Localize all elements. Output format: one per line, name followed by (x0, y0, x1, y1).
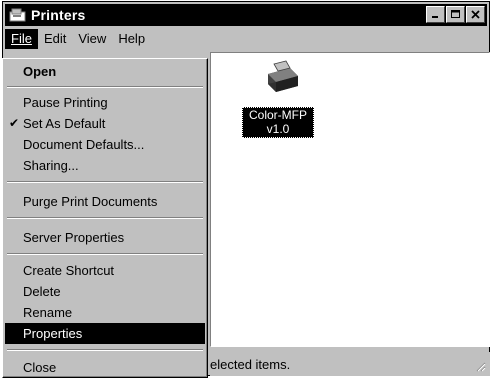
menu-server-properties[interactable]: Server Properties (5, 227, 205, 248)
menu-help-label: Help (118, 31, 146, 46)
menu-properties[interactable]: Properties (5, 323, 205, 344)
menu-sharing-label: Sharing... (23, 158, 79, 173)
menu-separator (7, 253, 203, 255)
title-bar[interactable]: Printers (5, 4, 487, 26)
menu-close[interactable]: Close (5, 357, 205, 378)
menu-close-label: Close (23, 360, 57, 375)
menu-delete-label: Delete (23, 284, 61, 299)
menu-delete[interactable]: Delete (5, 281, 205, 302)
minimize-button[interactable] (426, 6, 445, 23)
menu-file[interactable]: File (5, 29, 38, 49)
menu-bar: File Edit View Help (5, 28, 487, 50)
menu-view-label: View (78, 31, 107, 46)
maximize-icon (450, 10, 460, 18)
menu-set-as-default-label: Set As Default (23, 116, 106, 131)
printer-name: Color-MFP (248, 108, 307, 122)
status-text: elected items. (210, 356, 291, 372)
menu-separator (7, 86, 203, 88)
menu-view[interactable]: View (72, 29, 112, 49)
menu-edit[interactable]: Edit (38, 29, 72, 49)
printer-icon[interactable] (260, 60, 300, 96)
menu-rename[interactable]: Rename (5, 302, 205, 323)
close-button[interactable] (466, 6, 485, 23)
menu-pause-printing-label: Pause Printing (23, 95, 108, 110)
printers-folder-icon (9, 7, 27, 23)
status-bar: elected items. (210, 352, 490, 376)
menu-separator (7, 181, 203, 183)
close-icon (471, 10, 480, 19)
menu-create-shortcut-label: Create Shortcut (23, 263, 115, 278)
window-controls (425, 6, 485, 23)
checkmark-icon: ✔ (9, 116, 20, 130)
menu-open-label: Open (23, 64, 57, 79)
maximize-button[interactable] (446, 6, 465, 23)
menu-separator (7, 349, 203, 351)
file-menu-dropdown: Open Pause Printing ✔ Set As Default Doc… (2, 58, 208, 378)
window-title: Printers (31, 7, 86, 23)
printer-item-label[interactable]: Color-MFP v1.0 (242, 107, 314, 138)
menu-purge-print-documents-label: Purge Print Documents (23, 194, 158, 209)
menu-sharing[interactable]: Sharing... (5, 155, 205, 176)
menu-set-as-default[interactable]: ✔ Set As Default (5, 113, 205, 134)
menu-document-defaults[interactable]: Document Defaults... (5, 134, 205, 155)
menu-edit-label: Edit (43, 31, 67, 46)
menu-pause-printing[interactable]: Pause Printing (5, 92, 205, 113)
menu-create-shortcut[interactable]: Create Shortcut (5, 260, 205, 281)
printers-folder-view[interactable] (210, 52, 490, 347)
menu-rename-label: Rename (23, 305, 73, 320)
minimize-icon (432, 16, 438, 18)
menu-purge-print-documents[interactable]: Purge Print Documents (5, 191, 205, 212)
menu-open[interactable]: Open (5, 61, 205, 82)
menu-server-properties-label: Server Properties (23, 230, 125, 245)
menu-separator (7, 217, 203, 219)
printer-version: v1.0 (266, 122, 290, 136)
resize-grip-icon[interactable] (474, 360, 486, 372)
menu-document-defaults-label: Document Defaults... (23, 137, 145, 152)
menu-properties-label: Properties (23, 326, 83, 341)
menu-file-label: File (11, 31, 32, 46)
menu-help[interactable]: Help (112, 29, 151, 49)
